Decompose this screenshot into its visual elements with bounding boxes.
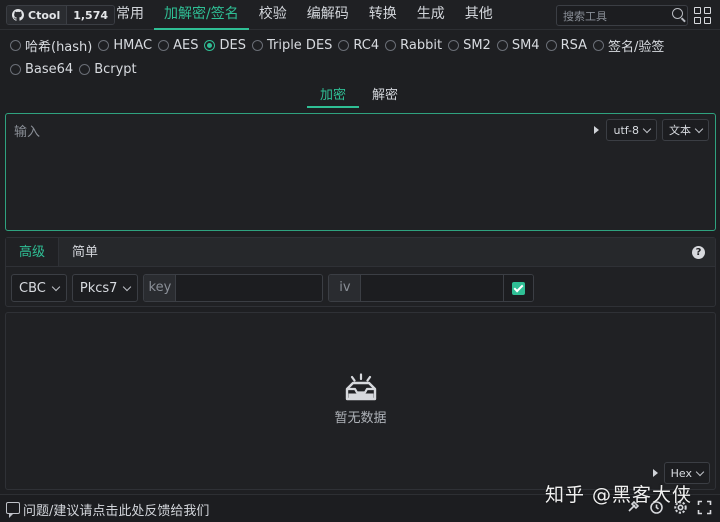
nav-checksum[interactable]: 校验: [249, 0, 297, 30]
key-label: key: [144, 275, 177, 301]
radio-label: Bcrypt: [94, 61, 137, 77]
chevron-down-icon: [642, 124, 652, 133]
radio-bcrypt[interactable]: Bcrypt: [79, 61, 137, 77]
radio-label: 哈希(hash): [25, 39, 93, 55]
key-field: key: [143, 274, 324, 302]
radio-label: HMAC: [113, 37, 153, 53]
github-icon: [12, 9, 24, 21]
radio-rsa[interactable]: RSA: [545, 37, 588, 53]
empty-inbox-icon: [345, 373, 376, 401]
radio-triple-des[interactable]: Triple DES: [251, 37, 333, 53]
iv-field: iv: [328, 274, 535, 302]
iv-label: iv: [329, 275, 362, 301]
nav-common[interactable]: 常用: [106, 0, 154, 30]
main-nav: 常用 加解密/签名 校验 编解码 转换 生成 其他: [106, 0, 503, 30]
nav-convert[interactable]: 转换: [359, 0, 407, 30]
radio-dot: [593, 39, 605, 51]
key-input[interactable]: [176, 275, 323, 301]
tab-simple[interactable]: 简单: [59, 238, 111, 266]
radio-des[interactable]: DES: [204, 37, 246, 53]
radio-sign-verify[interactable]: 签名/验签: [593, 37, 665, 55]
cipher-mode-select[interactable]: CBC: [11, 274, 67, 302]
input-controls: utf-8 文本: [594, 119, 709, 141]
options-panel: 高级 简单 ? CBC Pkcs7 key iv: [5, 237, 716, 307]
github-button[interactable]: Ctool 1,574: [6, 5, 116, 25]
options-row: CBC Pkcs7 key iv: [11, 274, 539, 302]
cipher-mode-value: CBC: [19, 280, 46, 296]
output-panel: 暂无数据 Hex: [5, 312, 716, 490]
help-icon[interactable]: ?: [692, 246, 705, 259]
tab-encrypt[interactable]: 加密: [307, 85, 360, 108]
tab-advanced[interactable]: 高级: [6, 238, 60, 266]
nav-other[interactable]: 其他: [455, 0, 503, 30]
radio-hmac[interactable]: HMAC: [98, 37, 152, 53]
feedback-icon: [6, 502, 20, 518]
output-format-value: Hex: [670, 466, 692, 480]
input-type-select[interactable]: 文本: [662, 119, 709, 141]
padding-value: Pkcs7: [79, 280, 118, 296]
radio-label: RC4: [353, 37, 380, 53]
radio-label: AES: [173, 37, 199, 53]
chevron-down-icon: [694, 124, 704, 133]
chevron-down-icon: [695, 467, 705, 476]
iv-enabled-checkbox[interactable]: [512, 281, 526, 295]
radio-dot: [545, 39, 557, 51]
nav-generate[interactable]: 生成: [407, 0, 455, 30]
empty-state-text: 暂无数据: [334, 411, 387, 426]
github-label-cell: Ctool: [7, 6, 67, 24]
input-panel: utf-8 文本: [5, 113, 716, 231]
radio-label: RSA: [560, 37, 588, 53]
fullscreen-icon[interactable]: [697, 500, 712, 515]
radio-dot: [385, 39, 397, 51]
radio-dot: [10, 63, 21, 75]
radio-dot: [204, 39, 216, 51]
input-type-value: 文本: [669, 124, 691, 137]
github-label: Ctool: [28, 8, 61, 22]
radio-dot: [98, 39, 110, 51]
radio-aes[interactable]: AES: [158, 37, 198, 53]
radio-label: 签名/验签: [608, 39, 665, 55]
chevron-down-icon: [123, 282, 132, 291]
radio-dot: [251, 39, 263, 51]
encoding-select[interactable]: utf-8: [606, 119, 657, 141]
empty-state: 暂无数据: [6, 373, 715, 426]
iv-input[interactable]: [361, 275, 504, 301]
watermark-text: 知乎 @黑客大侠: [545, 484, 693, 506]
radio-label: Triple DES: [266, 37, 333, 53]
padding-select[interactable]: Pkcs7: [71, 274, 139, 302]
chevron-down-icon: [51, 282, 61, 291]
options-tabs: 高级 简单 ?: [6, 238, 715, 267]
grid-menu-icon[interactable]: [694, 7, 711, 24]
radio-dot: [338, 39, 350, 51]
radio-label: SM2: [463, 37, 491, 53]
radio-rabbit[interactable]: Rabbit: [385, 37, 442, 53]
radio-label: DES: [219, 37, 246, 53]
radio-dot: [158, 39, 170, 51]
radio-label: Base64: [25, 61, 74, 77]
expand-triangle-icon[interactable]: [652, 469, 658, 477]
radio-sm4[interactable]: SM4: [496, 37, 540, 53]
expand-triangle-icon[interactable]: [594, 126, 600, 134]
search-input[interactable]: 搜索工具: [556, 5, 688, 26]
encoding-value: utf-8: [613, 123, 639, 137]
radio-base64[interactable]: Base64: [10, 61, 73, 77]
radio-dot: [496, 39, 508, 51]
nav-encrypt-sign[interactable]: 加解密/签名: [154, 0, 249, 30]
nav-encode-decode[interactable]: 编解码: [297, 0, 359, 30]
radio-sm2[interactable]: SM2: [448, 37, 491, 53]
mode-tabs: 加密 解密: [307, 85, 411, 108]
radio-label: Rabbit: [400, 37, 443, 53]
radio-dot: [448, 39, 460, 51]
radio-rc4[interactable]: RC4: [338, 37, 379, 53]
algorithm-radio-group: 哈希(hash) HMAC AES DES Triple DES RC4 Rab…: [10, 37, 715, 77]
tab-decrypt[interactable]: 解密: [359, 85, 411, 108]
iv-checkbox-cell: [503, 275, 534, 301]
radio-dot: [79, 63, 91, 75]
feedback-link[interactable]: 问题/建议请点击此处反馈给我们: [23, 500, 209, 519]
radio-hash[interactable]: 哈希(hash): [10, 37, 93, 55]
radio-dot: [10, 39, 21, 51]
radio-label: SM4: [511, 37, 540, 53]
top-bar: Ctool 1,574 常用 加解密/签名 校验 编解码 转换 生成 其他 搜索…: [0, 0, 720, 30]
